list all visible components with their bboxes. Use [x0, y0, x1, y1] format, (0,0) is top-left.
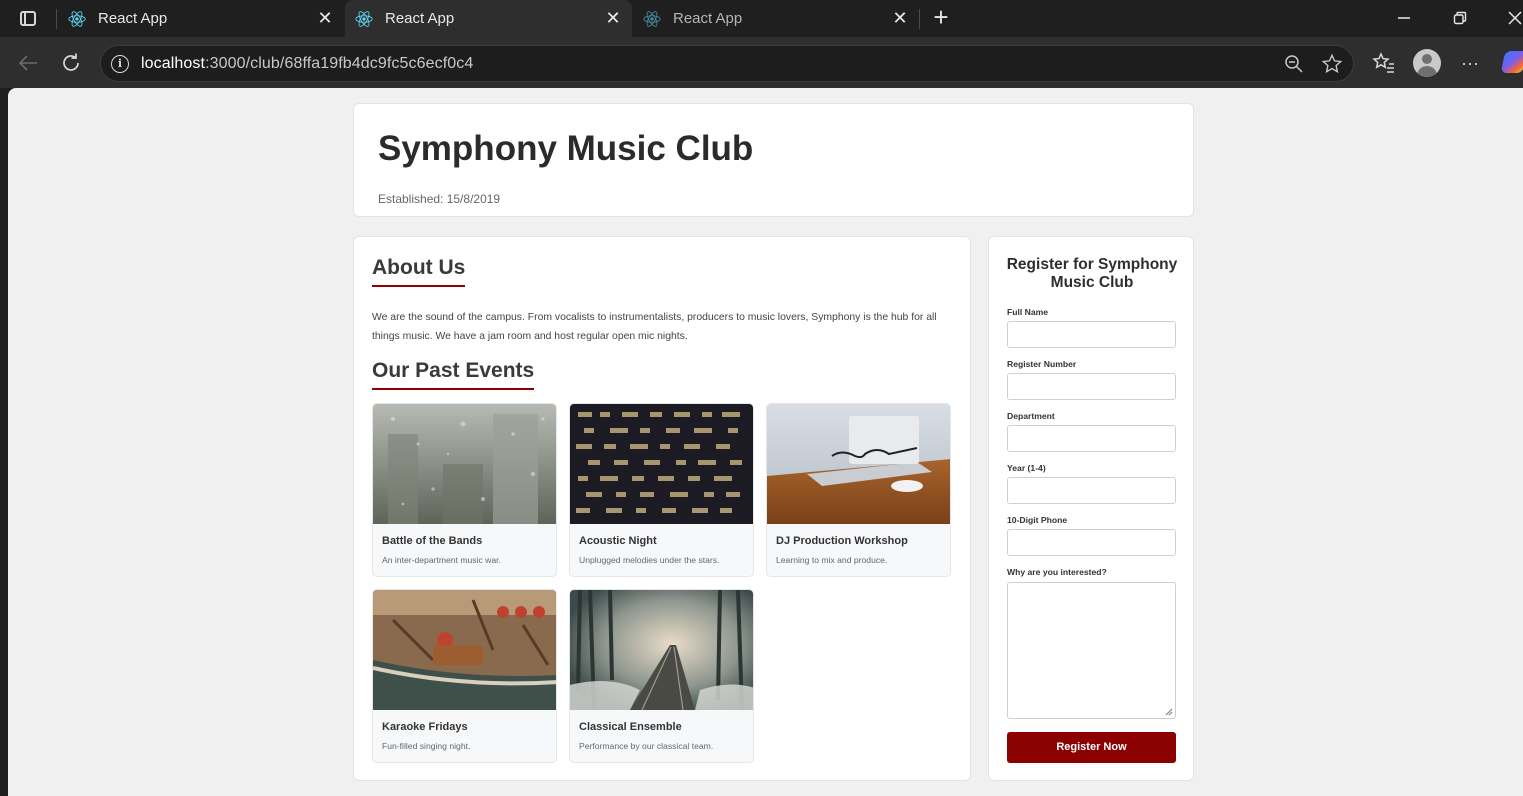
react-logo-icon — [355, 10, 373, 27]
event-name: Acoustic Night — [579, 535, 657, 547]
full-name-label: Full Name — [1007, 307, 1049, 317]
restore-icon[interactable] — [1440, 4, 1480, 32]
event-description: Unplugged melodies under the stars. — [579, 555, 720, 565]
favorites-icon[interactable] — [1371, 50, 1397, 76]
tab-title: React App — [98, 10, 168, 27]
event-description: Learning to mix and produce. — [776, 555, 888, 565]
close-tab-icon[interactable]: ✕ — [600, 6, 626, 32]
glasses-laptop-desk-photo — [767, 404, 950, 524]
back-arrow-icon[interactable] — [15, 50, 41, 76]
phone-input[interactable] — [1007, 529, 1176, 556]
year-label: Year (1-4) — [1007, 463, 1046, 473]
copilot-icon[interactable] — [1500, 51, 1523, 73]
browser-tab-3[interactable]: React App ✕ — [633, 0, 919, 37]
tab-divider — [56, 9, 57, 29]
register-number-input[interactable] — [1007, 373, 1176, 400]
event-card[interactable]: Classical Ensemble Performance by our cl… — [569, 589, 754, 763]
event-card[interactable]: Acoustic Night Unplugged melodies under … — [569, 403, 754, 577]
favorite-star-icon[interactable] — [1321, 53, 1343, 75]
page-title: Symphony Music Club — [378, 129, 754, 168]
tab-divider — [919, 9, 920, 29]
browser-toolbar: i localhost:3000/club/68ffa19fb4dc9fc5c6… — [0, 37, 1523, 88]
event-name: DJ Production Workshop — [776, 535, 908, 547]
resize-grip-icon[interactable] — [1165, 708, 1173, 716]
misty-forest-railway-photo — [570, 590, 753, 710]
registration-title: Register for Symphony Music Club — [1006, 256, 1178, 291]
new-tab-icon[interactable]: + — [928, 4, 954, 32]
tab-title: React App — [385, 10, 455, 27]
about-heading: About Us — [372, 256, 466, 287]
page-viewport: Symphony Music Club Established: 15/8/20… — [8, 88, 1523, 796]
url-path: :3000/club/68ffa19fb4dc9fc5c6ecf0c4 — [205, 55, 474, 72]
browser-tab-1[interactable]: React App ✕ — [58, 0, 344, 37]
rainy-window-city-photo — [373, 404, 556, 524]
department-input[interactable] — [1007, 425, 1176, 452]
event-description: Performance by our classical team. — [579, 741, 714, 751]
browser-tab-bar: React App ✕ React App ✕ React App ✕ + — [0, 0, 1523, 37]
building-lights-night-photo — [570, 404, 753, 524]
club-header-card: Symphony Music Club Established: 15/8/20… — [353, 103, 1194, 217]
refresh-icon[interactable] — [58, 50, 84, 76]
tab-actions-icon[interactable] — [14, 7, 42, 29]
address-bar[interactable]: i localhost:3000/club/68ffa19fb4dc9fc5c6… — [100, 45, 1354, 82]
interest-textarea[interactable] — [1007, 582, 1176, 719]
register-number-label: Register Number — [1007, 359, 1077, 369]
more-options-icon[interactable]: ··· — [1457, 50, 1483, 76]
close-tab-icon[interactable]: ✕ — [312, 6, 338, 32]
year-input[interactable] — [1007, 477, 1176, 504]
event-name: Battle of the Bands — [382, 535, 483, 547]
event-description: Fun-filled singing night. — [382, 741, 471, 751]
past-events-heading: Our Past Events — [372, 359, 535, 390]
event-name: Karaoke Fridays — [382, 721, 468, 733]
full-name-input[interactable] — [1007, 321, 1176, 348]
club-details-card: About Us We are the sound of the campus.… — [353, 236, 971, 781]
phone-label: 10-Digit Phone — [1007, 515, 1068, 525]
established-date: Established: 15/8/2019 — [378, 192, 501, 206]
close-window-icon[interactable] — [1495, 4, 1523, 32]
event-name: Classical Ensemble — [579, 721, 682, 733]
event-description: An inter-department music war. — [382, 555, 501, 565]
close-tab-icon[interactable]: ✕ — [887, 6, 913, 32]
profile-avatar-icon[interactable] — [1413, 49, 1441, 77]
department-label: Department — [1007, 411, 1055, 421]
site-info-icon[interactable]: i — [111, 55, 129, 73]
interest-label: Why are you interested? — [1007, 567, 1107, 577]
event-card[interactable]: Karaoke Fridays Fun-filled singing night… — [372, 589, 557, 763]
registration-card: Register for Symphony Music Club Full Na… — [988, 236, 1194, 781]
register-now-button[interactable]: Register Now — [1007, 732, 1176, 763]
url-host: localhost — [141, 55, 206, 72]
browser-tab-2-active[interactable]: React App ✕ — [345, 0, 632, 37]
url-text[interactable]: localhost:3000/club/68ffa19fb4dc9fc5c6ec… — [141, 55, 473, 73]
tab-title: React App — [673, 10, 743, 27]
react-logo-icon — [68, 10, 86, 27]
old-boat-harbor-photo — [373, 590, 556, 710]
react-logo-icon — [643, 10, 661, 27]
event-card[interactable]: DJ Production Workshop Learning to mix a… — [766, 403, 951, 577]
event-card[interactable]: Battle of the Bands An inter-department … — [372, 403, 557, 577]
about-text: We are the sound of the campus. From voc… — [372, 312, 937, 342]
minimize-icon[interactable] — [1384, 4, 1424, 32]
zoom-out-icon[interactable] — [1283, 53, 1305, 75]
